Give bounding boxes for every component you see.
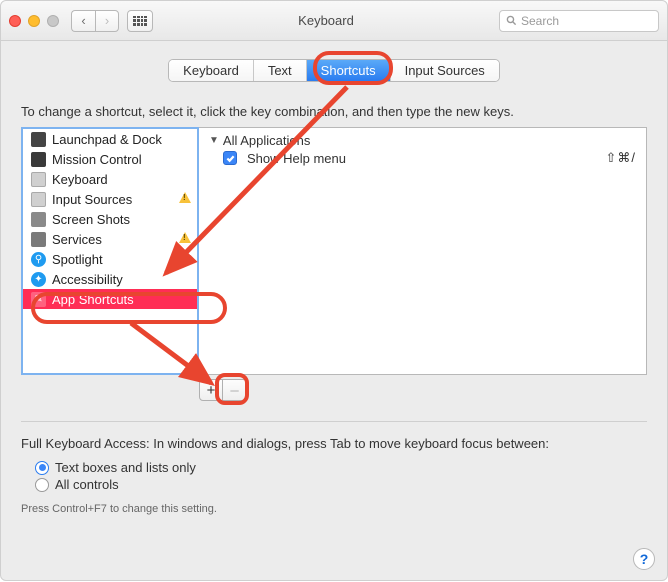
- category-label: Screen Shots: [52, 212, 130, 227]
- services-icon: [31, 232, 46, 247]
- category-item-mission-control[interactable]: Mission Control: [23, 149, 197, 169]
- radio-label: All controls: [55, 477, 119, 492]
- show-all-button[interactable]: [127, 10, 153, 32]
- category-item-screenshots[interactable]: Screen Shots: [23, 209, 197, 229]
- warning-icon: [179, 232, 191, 243]
- radio-text-boxes-lists[interactable]: Text boxes and lists only: [35, 459, 647, 476]
- mission-control-icon: [31, 152, 46, 167]
- category-item-spotlight[interactable]: ⚲ Spotlight: [23, 249, 197, 269]
- back-button[interactable]: ‹: [71, 10, 95, 32]
- search-placeholder: Search: [521, 14, 559, 28]
- full-keyboard-access-label: Full Keyboard Access: In windows and dia…: [21, 436, 647, 451]
- disclosure-triangle-icon[interactable]: ▼: [209, 135, 219, 146]
- screenshots-icon: [31, 212, 46, 227]
- search-input[interactable]: Search: [499, 10, 659, 32]
- tab-keyboard[interactable]: Keyboard: [169, 60, 254, 81]
- tab-text[interactable]: Text: [254, 60, 307, 81]
- fk-hint: Press Control+F7 to change this setting.: [21, 503, 647, 515]
- category-label: Mission Control: [52, 152, 142, 167]
- tab-input-sources[interactable]: Input Sources: [391, 60, 499, 81]
- radio-icon[interactable]: [35, 478, 49, 492]
- category-item-app-shortcuts[interactable]: ✎ App Shortcuts: [23, 289, 197, 309]
- zoom-icon[interactable]: [47, 15, 59, 27]
- group-row[interactable]: ▼ All Applications: [199, 132, 646, 149]
- shortcut-label: Show Help menu: [247, 151, 346, 166]
- instruction-text: To change a shortcut, select it, click t…: [21, 104, 647, 119]
- help-button[interactable]: ?: [633, 548, 655, 570]
- category-label: Accessibility: [52, 272, 123, 287]
- forward-button[interactable]: ›: [95, 10, 119, 32]
- category-label: App Shortcuts: [52, 292, 134, 307]
- category-item-launchpad[interactable]: Launchpad & Dock: [23, 129, 197, 149]
- add-shortcut-button[interactable]: +: [199, 379, 223, 401]
- grid-icon: [133, 16, 147, 26]
- category-item-keyboard[interactable]: Keyboard: [23, 169, 197, 189]
- category-list[interactable]: Launchpad & Dock Mission Control Keyboar…: [21, 127, 199, 375]
- category-label: Services: [52, 232, 102, 247]
- radio-label: Text boxes and lists only: [55, 460, 196, 475]
- category-item-input-sources[interactable]: Input Sources: [23, 189, 197, 209]
- spotlight-icon: ⚲: [31, 252, 46, 267]
- category-label: Keyboard: [52, 172, 108, 187]
- warning-icon: [179, 192, 191, 203]
- close-icon[interactable]: [9, 15, 21, 27]
- category-label: Input Sources: [52, 192, 132, 207]
- search-icon: [506, 15, 517, 26]
- app-shortcuts-icon: ✎: [31, 292, 46, 307]
- category-label: Launchpad & Dock: [52, 132, 162, 147]
- titlebar: ‹ › Keyboard Search: [1, 1, 667, 41]
- shortcut-detail-list[interactable]: ▼ All Applications Show Help menu ⇧⌘/: [199, 127, 647, 375]
- tab-bar: Keyboard Text Shortcuts Input Sources: [168, 59, 500, 82]
- category-item-services[interactable]: Services: [23, 229, 197, 249]
- radio-icon[interactable]: [35, 461, 49, 475]
- radio-all-controls[interactable]: All controls: [35, 476, 647, 493]
- shortcut-row[interactable]: Show Help menu ⇧⌘/: [199, 149, 646, 167]
- category-label: Spotlight: [52, 252, 103, 267]
- accessibility-icon: ✦: [31, 272, 46, 287]
- remove-shortcut-button[interactable]: –: [223, 379, 247, 401]
- group-label: All Applications: [223, 133, 310, 148]
- checkbox[interactable]: [223, 151, 237, 165]
- shortcut-keys[interactable]: ⇧⌘/: [605, 150, 636, 166]
- category-item-accessibility[interactable]: ✦ Accessibility: [23, 269, 197, 289]
- divider: [21, 421, 647, 422]
- tab-shortcuts[interactable]: Shortcuts: [307, 60, 391, 81]
- launchpad-icon: [31, 132, 46, 147]
- window-title: Keyboard: [161, 13, 491, 28]
- input-sources-icon: [31, 192, 46, 207]
- minimize-icon[interactable]: [28, 15, 40, 27]
- keyboard-icon: [31, 172, 46, 187]
